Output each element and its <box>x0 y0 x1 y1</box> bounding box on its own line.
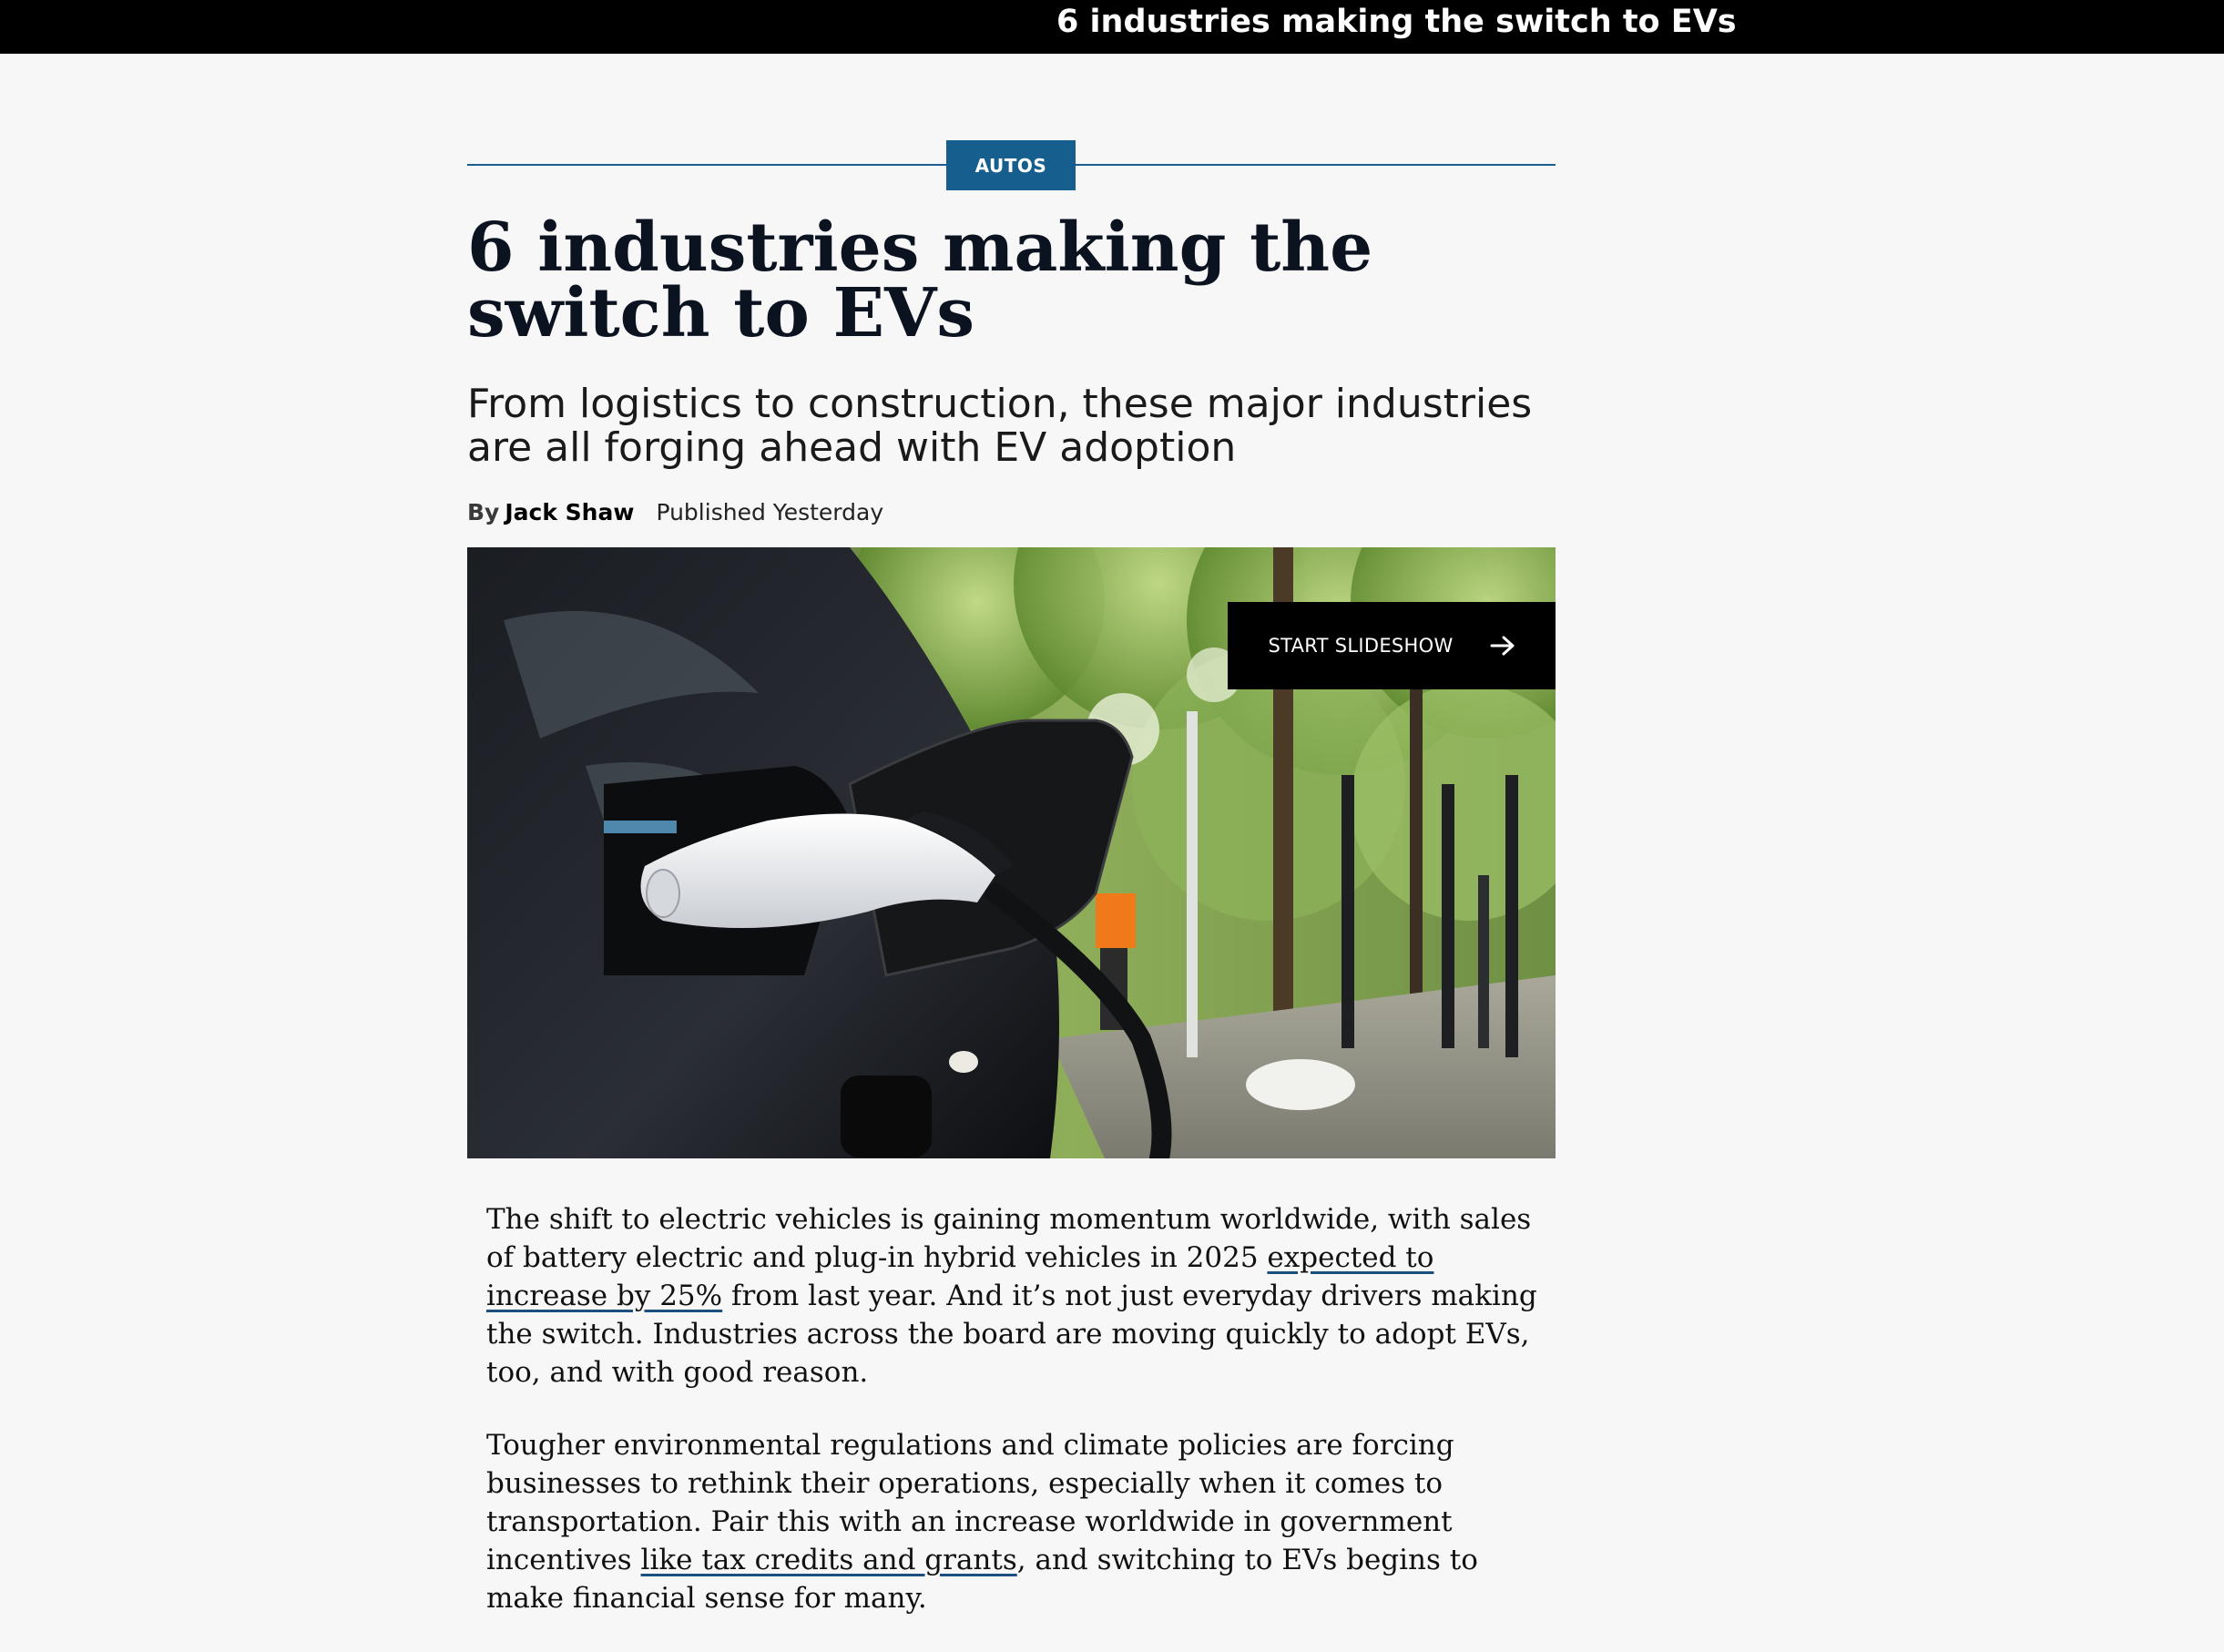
article-headline: 6 industries making the switch to EVs <box>467 209 1373 352</box>
article-body: The shift to electric vehicles is gainin… <box>486 1200 1543 1652</box>
arrow-right-icon <box>1490 635 1515 657</box>
author-link[interactable]: Jack Shaw <box>505 499 634 525</box>
byline-prefix: By <box>467 498 500 525</box>
slideshow-label: START SLIDESHOW <box>1268 635 1454 657</box>
article-subheadline: From logistics to construction, these ma… <box>467 381 1533 471</box>
article-paragraph: The shift to electric vehicles is gainin… <box>486 1200 1543 1392</box>
hero-image[interactable]: START SLIDESHOW <box>467 547 1556 1158</box>
start-slideshow-button[interactable]: START SLIDESHOW <box>1228 602 1556 689</box>
topbar-title: 6 industries making the switch to EVs <box>1056 4 1737 40</box>
article-paragraph: Tougher environmental regulations and cl… <box>486 1426 1543 1617</box>
byline: By Jack Shaw Published Yesterday <box>467 496 883 527</box>
top-bar: 6 industries making the switch to EVs <box>0 0 2224 54</box>
published-date: Published Yesterday <box>656 498 884 525</box>
category-tag[interactable]: AUTOS <box>946 140 1076 190</box>
inline-link[interactable]: like tax credits and grants <box>641 1544 1017 1576</box>
